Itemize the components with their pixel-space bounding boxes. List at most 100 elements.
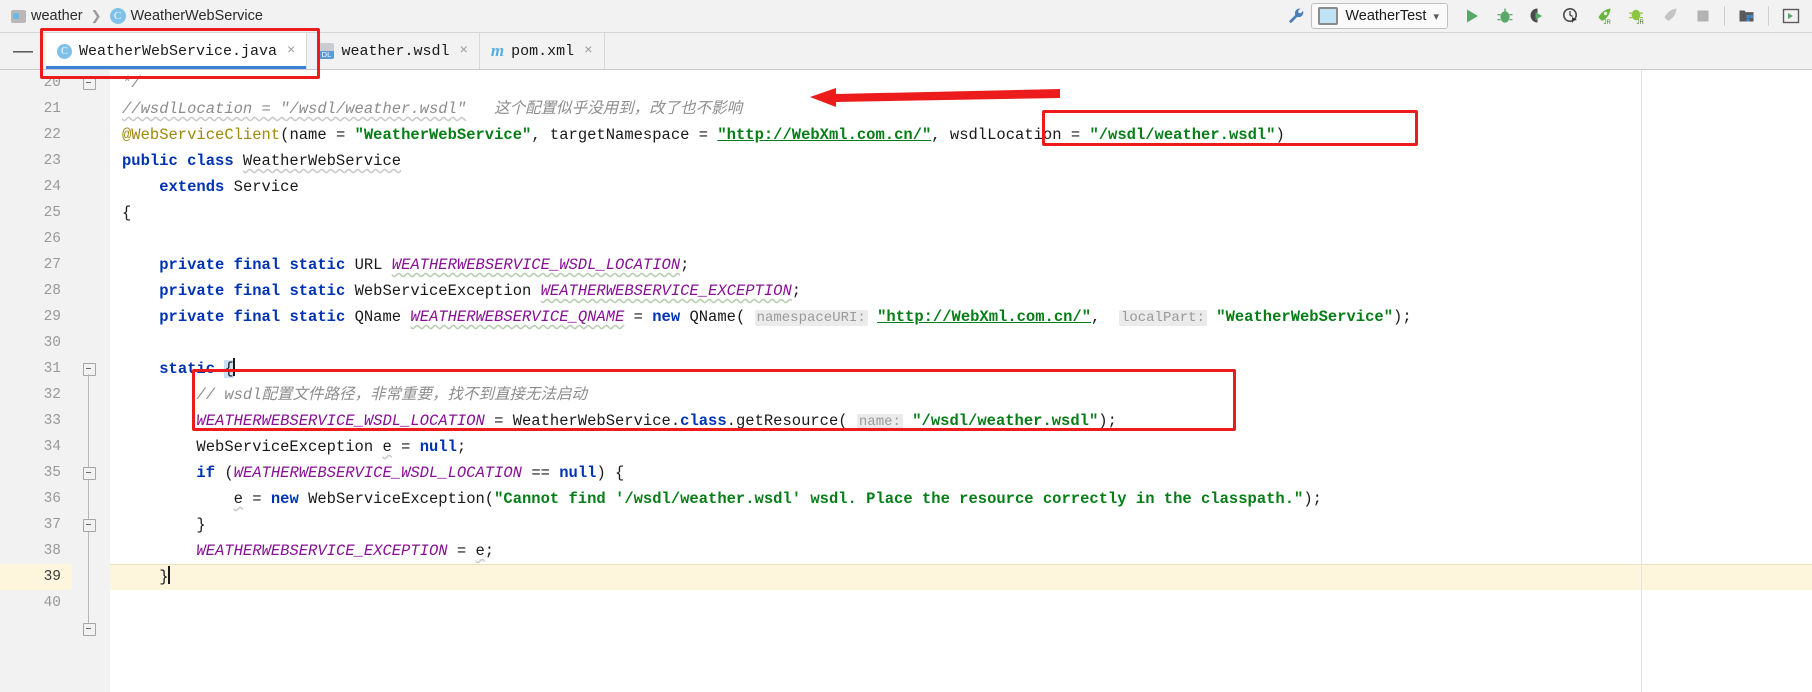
debug-button[interactable] bbox=[1489, 2, 1520, 30]
code-token-param-name: name bbox=[289, 126, 327, 144]
code-folding-gutter[interactable] bbox=[72, 70, 110, 692]
code-line-39[interactable]: } bbox=[110, 564, 1812, 590]
code-editor[interactable]: 20 21 22 23 24 25 26 27 28 29 30 31 32 3… bbox=[0, 70, 1812, 692]
run-configuration-selector[interactable]: WeatherTest ▾ bbox=[1311, 3, 1448, 29]
code-token-punct: ) { bbox=[596, 464, 625, 482]
code-token-punct: . bbox=[670, 412, 681, 430]
code-line-32[interactable]: // wsdl配置文件路径，非常重要，找不到直接无法启动 bbox=[110, 382, 1812, 408]
line-number-gutter: 20 21 22 23 24 25 26 27 28 29 30 31 32 3… bbox=[0, 70, 72, 692]
code-token-field: WEATHERWEBSERVICE_QNAME bbox=[410, 308, 625, 326]
code-line-31[interactable]: static { bbox=[110, 356, 1812, 382]
line-number: 24 bbox=[43, 179, 61, 195]
code-line-30[interactable] bbox=[110, 330, 1812, 356]
run-with-coverage-button[interactable] bbox=[1522, 2, 1553, 30]
close-icon[interactable]: × bbox=[584, 43, 592, 59]
chevron-down-icon: ▾ bbox=[1433, 10, 1439, 23]
line-number: 21 bbox=[43, 101, 61, 117]
breadcrumb-separator-icon: ❯ bbox=[90, 8, 102, 23]
code-line-26[interactable] bbox=[110, 226, 1812, 252]
tab-label: weather.wsdl bbox=[341, 42, 450, 60]
code-line-33[interactable]: WEATHERWEBSERVICE_WSDL_LOCATION = Weathe… bbox=[110, 408, 1812, 434]
code-token-method: getResource( bbox=[735, 412, 848, 430]
breadcrumb-label: WeatherWebService bbox=[130, 8, 263, 24]
profile-button[interactable] bbox=[1555, 2, 1586, 30]
svg-text:JR: JR bbox=[1603, 20, 1611, 25]
code-token-spacer bbox=[466, 100, 494, 118]
code-line-40[interactable] bbox=[110, 590, 1812, 616]
code-line-36[interactable]: e = new WebServiceException("Cannot find… bbox=[110, 486, 1812, 512]
code-content[interactable]: */ //wsdlLocation = "/wsdl/weather.wsdl"… bbox=[110, 70, 1812, 692]
code-token-variable: e bbox=[233, 490, 243, 508]
code-line-24[interactable]: extends Service bbox=[110, 174, 1812, 200]
minimize-icon[interactable]: — bbox=[0, 33, 46, 69]
tab-weather-wsdl[interactable]: weather.wsdl × bbox=[307, 33, 480, 69]
line-number: 28 bbox=[43, 283, 61, 299]
tab-weatherwebservice-java[interactable]: C WeatherWebService.java × bbox=[46, 33, 308, 69]
code-token-type: WebServiceException bbox=[354, 282, 532, 300]
code-token-type: URL bbox=[354, 256, 383, 274]
code-token-punct: ; bbox=[484, 542, 495, 560]
code-token-punct: ( bbox=[215, 464, 234, 482]
toolbar-actions: WeatherTest ▾ JR JR bbox=[1283, 2, 1812, 30]
code-token-string: "Cannot find '/wsdl/weather.wsdl' wsdl. … bbox=[494, 490, 1304, 508]
breadcrumb-item-weather[interactable]: weather bbox=[8, 7, 86, 25]
code-line-29[interactable]: private final static QName WEATHERWEBSER… bbox=[110, 304, 1812, 330]
code-token-modifiers: private final static bbox=[159, 282, 346, 300]
line-number: 23 bbox=[43, 153, 61, 169]
code-token-punct: ); bbox=[1393, 308, 1412, 326]
project-structure-icon[interactable] bbox=[1731, 2, 1762, 30]
close-icon[interactable]: × bbox=[459, 43, 467, 59]
line-number: 25 bbox=[43, 205, 61, 221]
code-line-37[interactable]: } bbox=[110, 512, 1812, 538]
code-token-punct: = bbox=[689, 126, 718, 144]
code-token-string: "WeatherWebService" bbox=[1216, 308, 1394, 326]
code-token-punct: = bbox=[326, 126, 355, 144]
fold-toggle-icon[interactable] bbox=[83, 467, 96, 480]
parameter-hint: name: bbox=[856, 414, 903, 430]
jrebel-debug-icon[interactable]: JR bbox=[1621, 2, 1652, 30]
code-token-punct: ; bbox=[791, 282, 802, 300]
parameter-hint: namespaceURI: bbox=[754, 310, 868, 326]
code-token-comment: //wsdlLocation = "/wsdl/weather.wsdl" bbox=[122, 100, 467, 118]
code-token-string-url[interactable]: "http://WebXml.com.cn/" bbox=[877, 308, 1091, 326]
code-token-modifiers: private final static bbox=[159, 308, 346, 326]
code-token-punct bbox=[550, 464, 559, 482]
fold-toggle-icon[interactable] bbox=[83, 623, 96, 636]
code-token-punct: = bbox=[1061, 126, 1090, 144]
code-token-string-url[interactable]: "http://WebXml.com.cn/" bbox=[717, 126, 931, 144]
code-token-keyword: static bbox=[159, 360, 216, 378]
run-button[interactable] bbox=[1456, 2, 1487, 30]
code-line-38[interactable]: WEATHERWEBSERVICE_EXCEPTION = e; bbox=[110, 538, 1812, 564]
jrebel-run-icon[interactable]: JR bbox=[1588, 2, 1619, 30]
code-line-27[interactable]: private final static URL WEATHERWEBSERVI… bbox=[110, 252, 1812, 278]
code-token-comment: // wsdl配置文件路径，非常重要，找不到直接无法启动 bbox=[196, 386, 588, 404]
code-line-25[interactable]: { bbox=[110, 200, 1812, 226]
code-line-23[interactable]: public class WeatherWebService bbox=[110, 148, 1812, 174]
code-line-20[interactable]: */ bbox=[110, 70, 1812, 96]
terminal-icon[interactable] bbox=[1775, 2, 1806, 30]
code-line-35[interactable]: if (WEATHERWEBSERVICE_WSDL_LOCATION == n… bbox=[110, 460, 1812, 486]
code-line-21[interactable]: //wsdlLocation = "/wsdl/weather.wsdl" 这个… bbox=[110, 96, 1812, 122]
code-line-28[interactable]: private final static WebServiceException… bbox=[110, 278, 1812, 304]
fold-toggle-icon[interactable] bbox=[83, 519, 96, 532]
breadcrumb-item-class[interactable]: C WeatherWebService bbox=[107, 7, 266, 25]
run-config-label: WeatherTest bbox=[1345, 8, 1427, 24]
tab-pom-xml[interactable]: m pom.xml × bbox=[479, 33, 605, 69]
code-line-22[interactable]: @WebServiceClient(name = "WeatherWebServ… bbox=[110, 122, 1812, 148]
line-number: 30 bbox=[43, 335, 61, 351]
wsdl-file-icon bbox=[318, 43, 335, 59]
fold-toggle-icon[interactable] bbox=[83, 363, 96, 376]
tab-label: pom.xml bbox=[511, 42, 575, 60]
code-line-34[interactable]: WebServiceException e = null; bbox=[110, 434, 1812, 460]
code-token-punct bbox=[522, 464, 531, 482]
line-number: 32 bbox=[43, 387, 61, 403]
build-wrench-icon[interactable] bbox=[1283, 3, 1309, 29]
code-token-field: WEATHERWEBSERVICE_EXCEPTION bbox=[196, 542, 448, 560]
fold-toggle-icon[interactable] bbox=[83, 77, 96, 90]
close-icon[interactable]: × bbox=[287, 43, 295, 59]
